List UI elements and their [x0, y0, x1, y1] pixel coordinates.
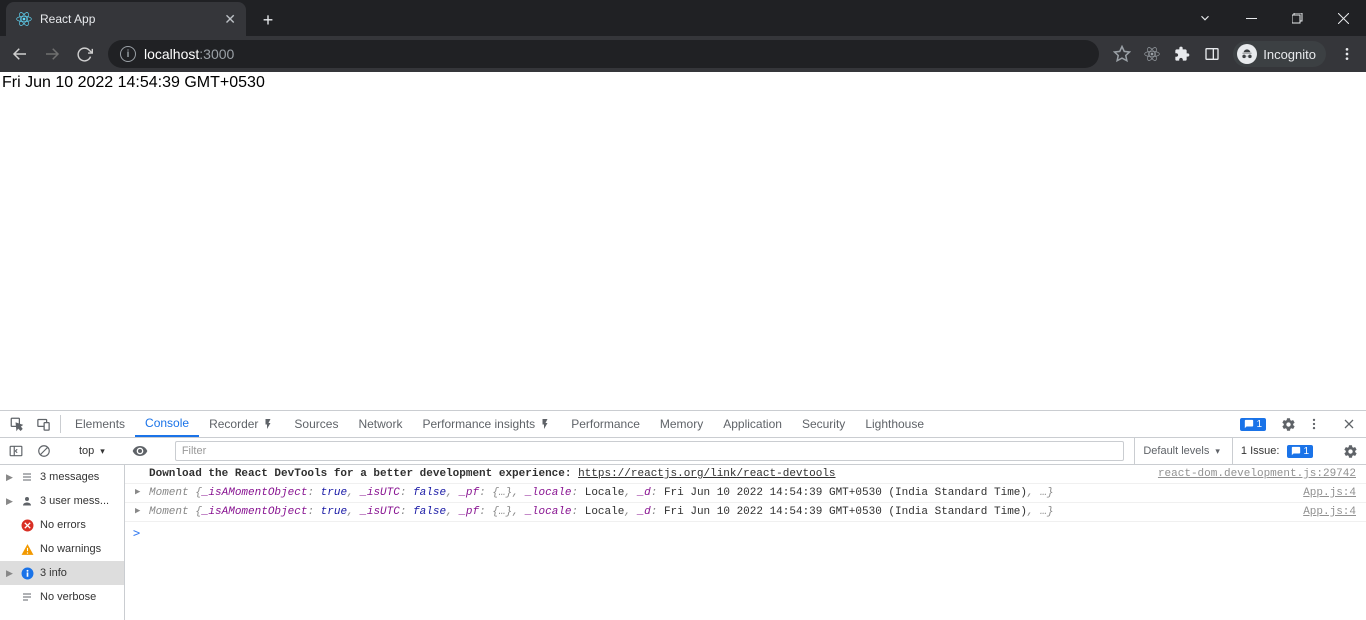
sidebar-item-errors[interactable]: No errors — [0, 513, 124, 537]
browser-tab[interactable]: React App ✕ — [6, 2, 246, 36]
info-icon — [20, 567, 34, 580]
devtools-settings-icon[interactable] — [1275, 417, 1301, 432]
tab-search-icon[interactable] — [1182, 2, 1228, 34]
console-settings-icon[interactable] — [1338, 440, 1362, 462]
user-icon — [20, 495, 34, 507]
console-output: Download the React DevTools for a better… — [125, 465, 1366, 620]
tab-memory[interactable]: Memory — [650, 411, 713, 437]
close-window-button[interactable] — [1320, 2, 1366, 34]
incognito-badge[interactable]: Incognito — [1233, 41, 1326, 67]
browser-nav-bar: i localhost:3000 Incognito — [0, 36, 1366, 72]
console-sidebar: ▶3 messages ▶3 user mess... No errors No… — [0, 465, 125, 620]
kebab-menu-icon[interactable] — [1334, 41, 1360, 67]
devtools-panel: Elements Console Recorder Sources Networ… — [0, 410, 1366, 620]
tab-performance[interactable]: Performance — [561, 411, 650, 437]
devtools-kebab-icon[interactable] — [1301, 417, 1327, 431]
sidebar-item-info[interactable]: ▶3 info — [0, 561, 124, 585]
devtools-body: ▶3 messages ▶3 user mess... No errors No… — [0, 465, 1366, 620]
window-controls — [1182, 0, 1366, 36]
forward-button[interactable] — [38, 40, 66, 68]
tab-performance-insights[interactable]: Performance insights — [412, 411, 561, 437]
address-bar[interactable]: i localhost:3000 — [108, 40, 1099, 68]
console-row-moment-1[interactable]: ▶ Moment {_isAMomentObject: true, _isUTC… — [125, 484, 1366, 503]
console-prompt[interactable]: > — [125, 522, 1366, 544]
verbose-icon — [20, 591, 34, 603]
live-expression-icon[interactable] — [128, 440, 152, 462]
back-button[interactable] — [6, 40, 34, 68]
tab-lighthouse[interactable]: Lighthouse — [855, 411, 934, 437]
inspect-element-icon[interactable] — [4, 411, 30, 437]
tab-elements[interactable]: Elements — [65, 411, 135, 437]
filter-input[interactable]: Filter — [175, 441, 1125, 461]
reload-button[interactable] — [70, 40, 98, 68]
tab-title: React App — [40, 12, 95, 26]
tab-console[interactable]: Console — [135, 411, 199, 437]
react-devtools-extension-icon[interactable] — [1139, 41, 1165, 67]
devtools-tabs: Elements Console Recorder Sources Networ… — [0, 411, 1366, 438]
sidebar-item-warnings[interactable]: No warnings — [0, 537, 124, 561]
close-tab-icon[interactable]: ✕ — [224, 11, 236, 28]
browser-title-bar: React App ✕ + — [0, 0, 1366, 36]
toggle-sidebar-icon[interactable] — [4, 440, 28, 462]
page-content: Fri Jun 10 2022 14:54:39 GMT+0530 — [0, 72, 1366, 410]
devtools-close-icon[interactable] — [1336, 418, 1362, 430]
context-selector[interactable]: top — [73, 445, 111, 457]
tab-security[interactable]: Security — [792, 411, 855, 437]
device-toolbar-icon[interactable] — [30, 411, 56, 437]
source-link[interactable]: react-dom.development.js:29742 — [1158, 468, 1356, 480]
log-levels-selector[interactable]: Default levels — [1134, 438, 1228, 464]
console-toolbar: top Filter Default levels 1 Issue: 1 — [0, 438, 1366, 465]
issue-chip[interactable]: 1 — [1240, 418, 1266, 431]
tab-sources[interactable]: Sources — [284, 411, 348, 437]
sidebar-item-user-messages[interactable]: ▶3 user mess... — [0, 489, 124, 513]
incognito-label: Incognito — [1263, 47, 1316, 62]
new-tab-button[interactable]: + — [254, 6, 282, 34]
incognito-icon — [1237, 44, 1257, 64]
maximize-button[interactable] — [1274, 2, 1320, 34]
source-link[interactable]: App.js:4 — [1303, 487, 1356, 499]
list-icon — [20, 471, 34, 483]
react-favicon — [16, 11, 32, 27]
url-text: localhost:3000 — [144, 46, 234, 62]
site-info-icon[interactable]: i — [120, 46, 136, 62]
react-devtools-link[interactable]: https://reactjs.org/link/react-devtools — [578, 468, 835, 480]
tab-application[interactable]: Application — [713, 411, 792, 437]
clear-console-icon[interactable] — [32, 440, 56, 462]
tab-network[interactable]: Network — [348, 411, 412, 437]
warning-icon — [20, 543, 34, 556]
sidebar-item-verbose[interactable]: No verbose — [0, 585, 124, 609]
expand-arrow-icon[interactable]: ▶ — [135, 506, 145, 516]
issues-button[interactable]: 1 Issue: 1 — [1232, 438, 1321, 464]
tab-recorder[interactable]: Recorder — [199, 411, 284, 437]
source-link[interactable]: App.js:4 — [1303, 506, 1356, 518]
extensions-icon[interactable] — [1169, 41, 1195, 67]
expand-arrow-icon[interactable]: ▶ — [135, 487, 145, 497]
console-row-moment-2[interactable]: ▶ Moment {_isAMomentObject: true, _isUTC… — [125, 503, 1366, 522]
bookmark-star-icon[interactable] — [1109, 41, 1135, 67]
error-icon — [20, 519, 34, 532]
minimize-button[interactable] — [1228, 2, 1274, 34]
console-row-devtools-msg[interactable]: Download the React DevTools for a better… — [125, 465, 1366, 484]
sidebar-item-messages[interactable]: ▶3 messages — [0, 465, 124, 489]
side-panel-icon[interactable] — [1199, 41, 1225, 67]
page-timestamp-text: Fri Jun 10 2022 14:54:39 GMT+0530 — [2, 74, 265, 91]
